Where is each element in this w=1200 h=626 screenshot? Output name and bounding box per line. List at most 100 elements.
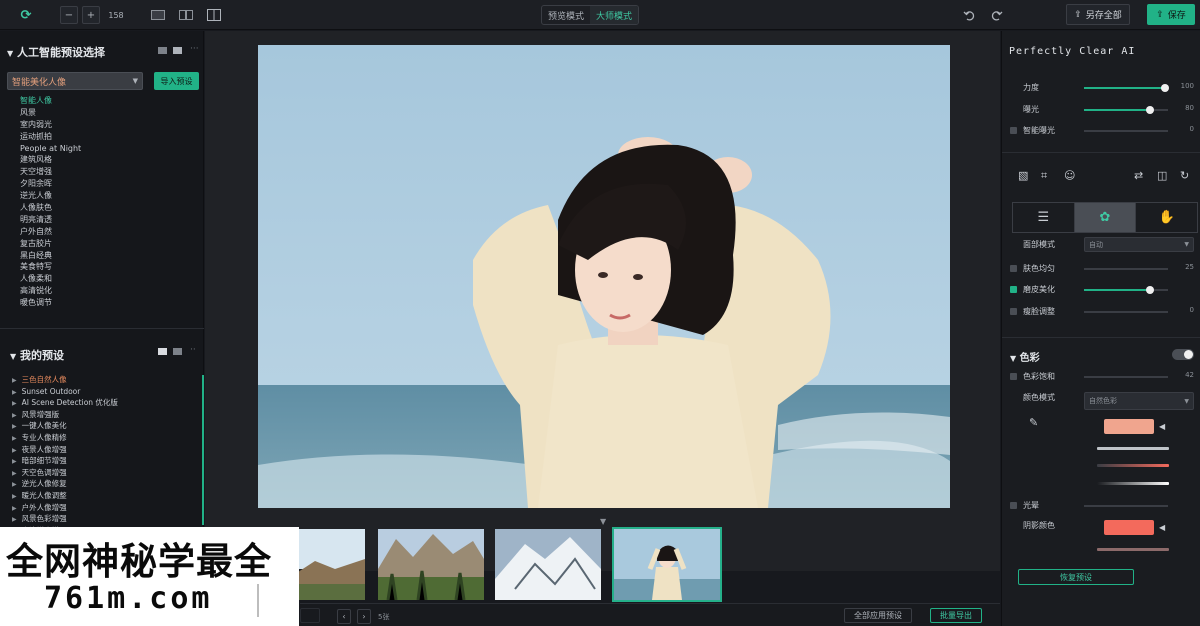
skin-tone-slider[interactable]: 肤色均匀 25 (1010, 263, 1194, 275)
preset-item[interactable]: 明亮清透 (20, 214, 190, 226)
preset-item[interactable]: 智能人像 (20, 95, 190, 107)
more-icon[interactable]: ·· (190, 345, 196, 355)
tab-preview-mode[interactable]: 预览模式 (542, 6, 590, 24)
triangle-left-icon[interactable]: ◀ (1159, 422, 1165, 431)
swap-icon[interactable]: ⇄ (1134, 169, 1143, 182)
smart-exposure-checkbox[interactable] (1010, 127, 1017, 134)
hue-bar[interactable] (1097, 447, 1169, 450)
tree-item[interactable]: ▶ AI Scene Detection 优化版 (12, 397, 197, 409)
expand-arrow-icon[interactable]: ▶ (12, 447, 17, 454)
undo-icon[interactable] (962, 6, 976, 24)
preset-item[interactable]: 夕阳余晖 (20, 178, 190, 190)
single-view-icon[interactable] (150, 6, 166, 24)
collapse-icon[interactable]: ▼ (10, 352, 16, 361)
tab-master-mode[interactable]: 大师模式 (590, 6, 638, 24)
split-view-icon[interactable] (178, 6, 194, 24)
expand-arrow-icon[interactable]: ▶ (12, 435, 17, 442)
smart-exposure-row[interactable]: 智能曝光 0 (1010, 125, 1194, 137)
color-toggle[interactable] (1172, 349, 1194, 360)
eyedropper-icon[interactable]: ✎ (1029, 416, 1038, 429)
collapse-icon[interactable]: ▼ (7, 49, 13, 58)
prev-image-button[interactable]: ‹ (337, 609, 351, 624)
compare-icon[interactable]: ◫ (1157, 169, 1167, 182)
scrollbar[interactable] (202, 375, 204, 525)
import-preset-button[interactable]: 导入预设 (154, 72, 199, 90)
tree-item[interactable]: ▶ 户外人像增强 (12, 502, 197, 514)
triangle-left-icon[interactable]: ◀ (1159, 523, 1165, 532)
preset-item[interactable]: 人像肤色 (20, 202, 190, 214)
saturation-slider[interactable]: 色彩饱和 42 (1010, 371, 1194, 383)
reset-icon[interactable]: ↻ (1180, 169, 1189, 182)
face-icon[interactable]: ☺ (1064, 169, 1075, 182)
tree-item[interactable]: ▶ 风景色彩增强 (12, 513, 197, 525)
adjust-icon[interactable]: ▧ (1018, 169, 1028, 182)
zoom-in-button[interactable]: + (82, 6, 100, 24)
preset-item[interactable]: 天空增强 (20, 166, 190, 178)
slim-face-slider[interactable]: 瘦脸调整 0 (1010, 306, 1194, 318)
expand-arrow-icon[interactable]: ▶ (12, 493, 17, 500)
grid-view-icon[interactable] (158, 47, 167, 54)
smoothing-slider[interactable]: 磨皮美化 (1010, 284, 1194, 296)
expand-arrow-icon[interactable]: ▶ (12, 516, 17, 523)
checkbox[interactable] (1010, 373, 1017, 380)
preset-item[interactable]: 高清锐化 (20, 285, 190, 297)
thumbnail-1[interactable] (295, 529, 365, 600)
checkbox[interactable] (1010, 308, 1017, 315)
main-photo[interactable] (258, 45, 950, 508)
thumbnail-2[interactable] (378, 529, 484, 600)
slider-knob[interactable] (1146, 286, 1155, 294)
preset-item[interactable]: 复古胶片 (20, 238, 190, 250)
retouch-icon[interactable]: ✿ (1074, 203, 1137, 232)
expand-arrow-icon[interactable]: ▶ (12, 389, 17, 396)
tree-item[interactable]: ▶ 风景增强版 (12, 409, 197, 421)
redo-icon[interactable] (990, 6, 1004, 24)
preset-item[interactable]: 室内弱光 (20, 119, 190, 131)
thumbnail-3[interactable] (495, 529, 601, 600)
color-mode-dropdown[interactable]: 自然色彩 ▼ (1084, 392, 1194, 410)
face-mode-dropdown[interactable]: 自动 ▼ (1084, 237, 1194, 252)
slider-knob[interactable] (1160, 84, 1169, 92)
preset-item[interactable]: 户外自然 (20, 226, 190, 238)
list-view-icon[interactable] (173, 348, 182, 355)
tree-item[interactable]: ▶ 专业人像精修 (12, 432, 197, 444)
preset-item[interactable]: 建筑风格 (20, 154, 190, 166)
zoom-out-button[interactable]: − (60, 6, 78, 24)
next-image-button[interactable]: › (357, 609, 371, 624)
preset-item[interactable]: 逆光人像 (20, 190, 190, 202)
expand-arrow-icon[interactable]: ▶ (12, 470, 17, 477)
expand-arrow-icon[interactable]: ▶ (12, 377, 17, 384)
checkbox[interactable] (1010, 502, 1017, 509)
preset-item[interactable]: People at Night (20, 143, 190, 155)
list-view-icon[interactable] (173, 47, 182, 54)
tree-item[interactable]: ▶ Sunset Outdoor (12, 386, 197, 398)
thumbnail-size-control[interactable] (300, 608, 320, 623)
lightness-bar[interactable] (1097, 482, 1169, 485)
batch-export-button[interactable]: 批量导出 (930, 608, 982, 623)
collapse-icon[interactable]: ▼ (1010, 354, 1016, 363)
tree-item[interactable]: ▶ 一键人像美化 (12, 420, 197, 432)
preset-item[interactable]: 人像柔和 (20, 273, 190, 285)
reset-preset-button[interactable]: 恢复预设 (1018, 569, 1134, 585)
saturation-bar[interactable] (1097, 464, 1169, 467)
tree-item[interactable]: ▶ 夜景人像增强 (12, 444, 197, 456)
expand-arrow-icon[interactable]: ▶ (12, 412, 17, 419)
checkbox[interactable] (1010, 265, 1017, 272)
shadow-bar[interactable] (1097, 548, 1169, 551)
preset-item[interactable]: 黑白经典 (20, 250, 190, 262)
filmstrip-toggle-icon[interactable]: ▼ (600, 517, 606, 526)
glow-row[interactable]: 光晕 (1010, 500, 1194, 512)
strength-slider[interactable]: 力度 100 (1010, 82, 1194, 94)
save-all-button[interactable]: ⇪ 另存全部 (1066, 4, 1130, 25)
more-icon[interactable]: ··· (190, 44, 199, 54)
exposure-slider[interactable]: 曝光 80 (1010, 104, 1194, 116)
color-swatch-1[interactable] (1104, 419, 1154, 434)
apply-all-presets-button[interactable]: 全部应用预设 (844, 608, 912, 623)
tree-item[interactable]: ▶ 暗部细节增强 (12, 455, 197, 467)
color-swatch-2[interactable] (1104, 520, 1154, 535)
save-button[interactable]: ⇪ 保存 (1147, 4, 1195, 25)
expand-arrow-icon[interactable]: ▶ (12, 423, 17, 430)
grid-view-icon[interactable] (158, 348, 167, 355)
expand-arrow-icon[interactable]: ▶ (12, 505, 17, 512)
preset-item[interactable]: 运动抓拍 (20, 131, 190, 143)
expand-arrow-icon[interactable]: ▶ (12, 400, 17, 407)
